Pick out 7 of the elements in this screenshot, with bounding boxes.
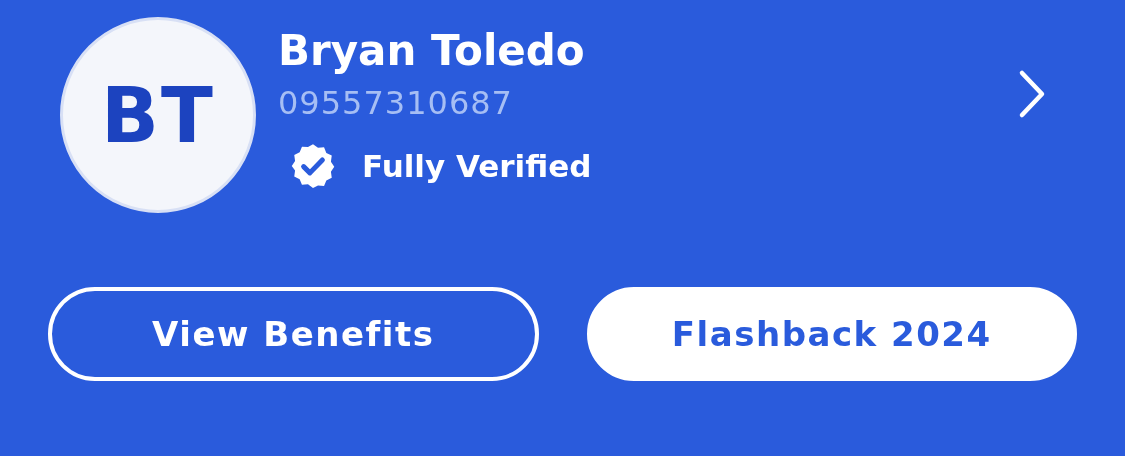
flashback-button[interactable]: Flashback 2024 [586, 287, 1077, 381]
avatar-initials: BT [101, 70, 215, 160]
chevron-right-icon[interactable] [1017, 69, 1047, 119]
verification-status: Fully Verified [362, 148, 592, 184]
phone-number: 09557310687 [278, 83, 514, 124]
user-name: Bryan Toledo [278, 25, 586, 77]
benefits-button[interactable]: View Benefits [48, 287, 539, 381]
